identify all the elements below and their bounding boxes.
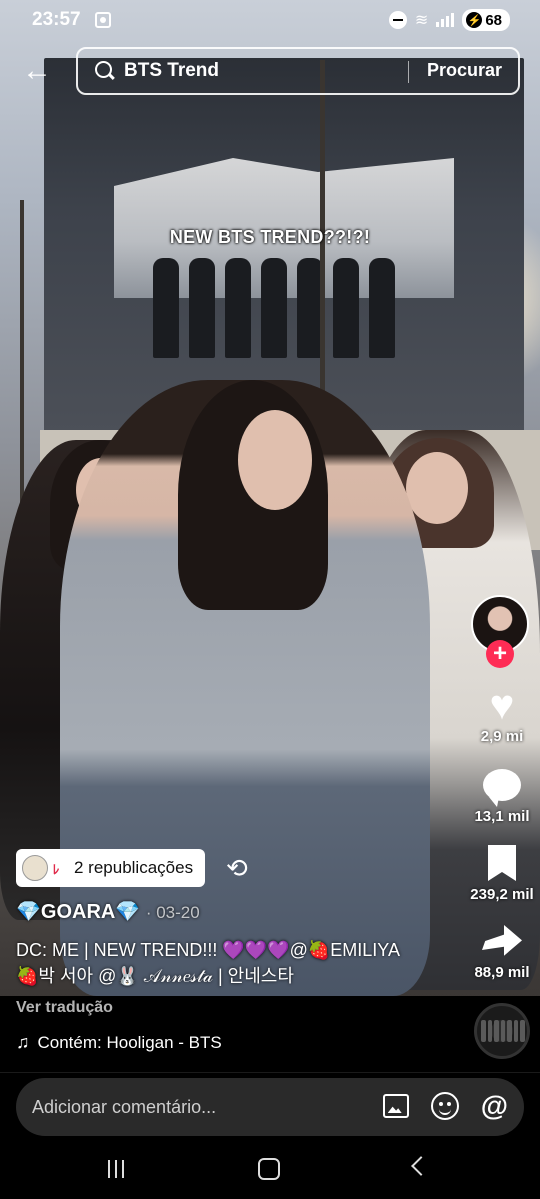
post-date: · 03-20	[145, 903, 200, 922]
video-player[interactable]	[0, 0, 540, 996]
heart-icon: ♥	[489, 681, 515, 728]
post-caption[interactable]: DC: ME | NEW TREND!!! 💜💜💜@🍓EMILIYA 🍓박 서아…	[16, 937, 456, 989]
wifi-icon: ≋	[414, 12, 429, 29]
comment-bar: Adicionar comentário... @	[0, 1072, 540, 1144]
music-disc[interactable]	[474, 1003, 530, 1059]
author-name[interactable]: 💎GOARA💎	[16, 901, 140, 923]
back-button[interactable]: ←	[22, 54, 58, 88]
at-icon[interactable]: @	[481, 1092, 508, 1120]
like-count: 2,9 mi	[480, 728, 524, 745]
music-note-icon: ♫	[16, 1032, 30, 1052]
music-info[interactable]: ♫ Contém: Hooligan - BTS	[16, 1032, 222, 1053]
dancer-center-face	[238, 410, 312, 510]
screen-record-icon	[94, 12, 111, 28]
search-input[interactable]: BTS Trend	[124, 60, 219, 82]
caption-line: 🍓박 서아 @🐰 𝒜𝓃𝓃𝑒𝓈𝓉𝒶 | 안네스타	[16, 966, 294, 986]
share-button[interactable]: 88,9 mil	[464, 920, 540, 981]
battery-indicator: ⚡ 68	[462, 9, 510, 31]
search-icon	[94, 60, 116, 82]
charging-icon: ⚡	[466, 12, 483, 28]
comment-placeholder: Adicionar comentário...	[32, 1096, 217, 1117]
see-translation-link[interactable]: Ver tradução	[16, 999, 113, 1017]
reposts-label: 2 republicações	[74, 858, 194, 877]
post-author-line[interactable]: 💎GOARA💎 · 03-20	[16, 899, 200, 924]
repost-avatar	[22, 855, 48, 881]
search-divider	[408, 61, 409, 83]
share-arrow-icon	[482, 925, 522, 956]
system-back-button[interactable]	[411, 1156, 431, 1176]
arrow-left-icon: ←	[22, 54, 52, 87]
system-nav-bar	[0, 1144, 540, 1199]
image-icon[interactable]	[382, 1094, 409, 1118]
share-count: 88,9 mil	[474, 964, 530, 981]
like-button[interactable]: ♥ 2,9 mi	[464, 681, 540, 746]
music-title: Contém: Hooligan - BTS	[37, 1032, 222, 1052]
status-bar: 23:57 ≋ ⚡ 68	[0, 0, 540, 40]
search-bar[interactable]: BTS Trend Procurar	[76, 47, 520, 95]
billboard-silhouettes	[134, 258, 414, 368]
comment-bubble-icon	[483, 769, 521, 807]
repost-avatar-secondary: ﾚ	[46, 858, 66, 878]
battery-level: 68	[485, 11, 502, 29]
tree-trunk	[20, 200, 24, 530]
emoji-icon[interactable]	[430, 1092, 459, 1120]
home-button[interactable]	[258, 1158, 280, 1180]
status-time: 23:57	[32, 9, 81, 30]
recent-apps-button[interactable]	[108, 1160, 124, 1178]
do-not-disturb-icon	[388, 11, 407, 29]
comment-button[interactable]: 13,1 mil	[464, 764, 540, 825]
dancer-right-face	[406, 452, 468, 524]
comment-input[interactable]: Adicionar comentário... @	[16, 1078, 524, 1136]
search-button[interactable]: Procurar	[427, 60, 502, 81]
signal-icon	[436, 13, 455, 27]
follow-button[interactable]: +	[486, 640, 514, 668]
reposts-chip[interactable]: ﾚ 2 republicações	[16, 849, 206, 887]
repost-icon[interactable]: ⟲	[226, 854, 248, 882]
video-overlay-text: NEW BTS TREND??!?!	[169, 227, 371, 247]
save-count: 239,2 mil	[470, 886, 534, 903]
save-button[interactable]: 239,2 mil	[464, 842, 540, 903]
comment-count: 13,1 mil	[474, 808, 530, 825]
caption-line: DC: ME | NEW TREND!!! 💜💜💜@🍓EMILIYA	[16, 940, 400, 960]
bookmark-icon	[488, 845, 516, 881]
